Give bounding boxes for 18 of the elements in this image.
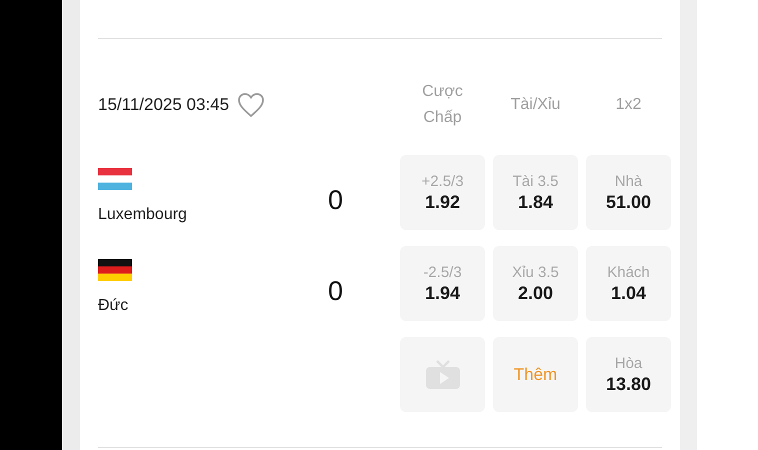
odds-button[interactable]: Khách 1.04 [586, 246, 671, 321]
team-score: 0 [328, 275, 344, 307]
column-header: Cược Chấp [422, 82, 463, 128]
odds-button[interactable]: Hòa 13.80 [586, 337, 671, 412]
odds-button[interactable]: Xỉu 3.5 2.00 [493, 246, 578, 321]
odds-button[interactable]: Tài 3.5 1.84 [493, 155, 578, 230]
team-name: Đức [98, 297, 130, 315]
team-score: 0 [328, 184, 344, 216]
match-datetime: 15/11/2025 03:45 [98, 95, 230, 115]
odds-button[interactable]: -2.5/3 1.94 [400, 246, 485, 321]
heart-icon[interactable] [237, 92, 266, 118]
odds-button[interactable]: Nhà 51.00 [586, 155, 671, 230]
odds-button[interactable]: +2.5/3 1.92 [400, 155, 485, 230]
column-header: Tài/Xỉu [510, 95, 560, 116]
flag-icon [98, 259, 132, 281]
column-header: 1x2 [616, 95, 642, 116]
team-name: Luxembourg [98, 206, 188, 224]
flag-icon [98, 168, 132, 190]
